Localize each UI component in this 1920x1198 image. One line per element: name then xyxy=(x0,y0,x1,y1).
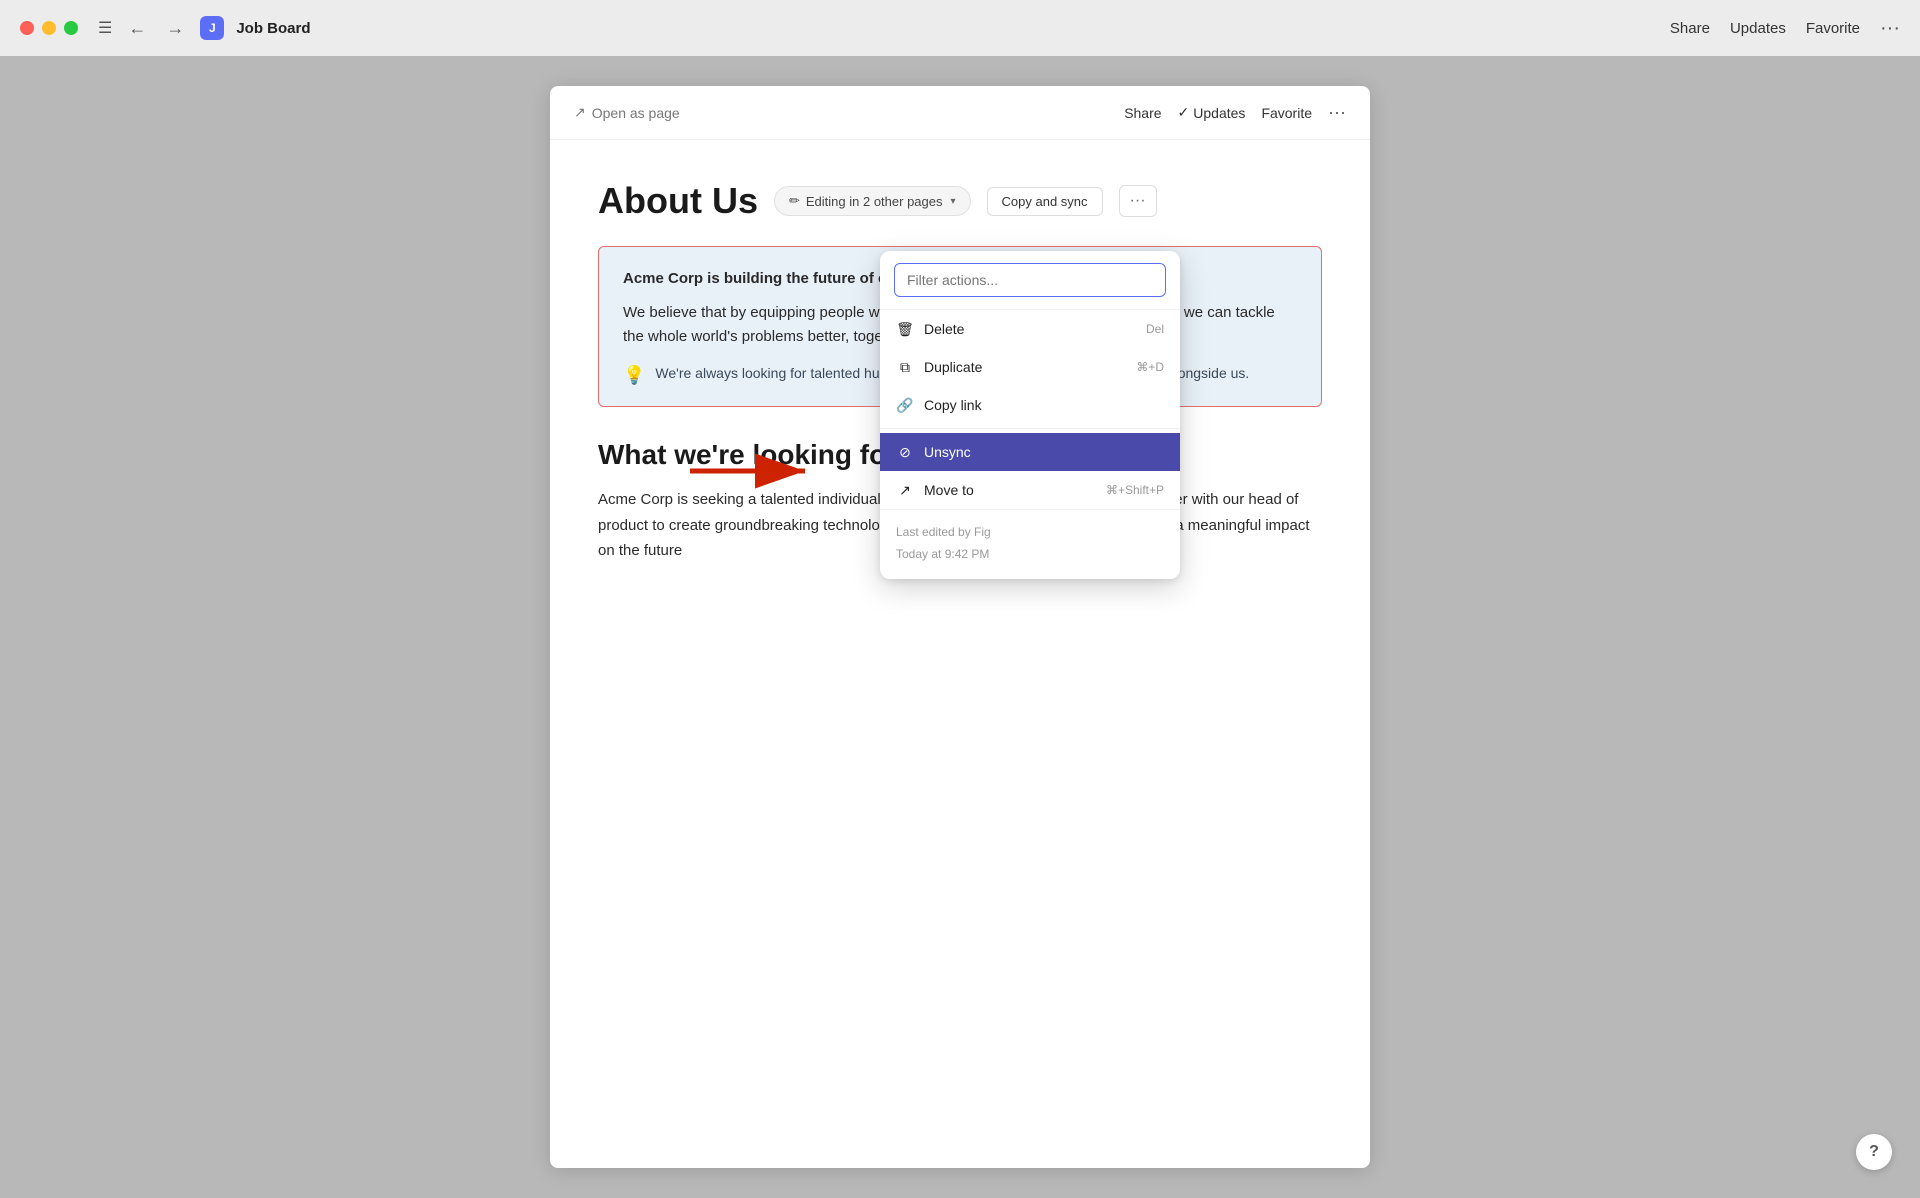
editing-badge-label: Editing in 2 other pages xyxy=(806,194,943,209)
menu-item-copy-link-left: 🔗 Copy link xyxy=(896,396,982,414)
doc-title: About Us xyxy=(598,180,758,222)
back-button[interactable]: ← xyxy=(124,16,150,41)
move-to-label: Move to xyxy=(924,482,974,498)
menu-item-unsync[interactable]: ⊘ Unsync xyxy=(880,433,1180,471)
menu-divider xyxy=(880,428,1180,429)
editing-badge[interactable]: ✏ Editing in 2 other pages ▾ xyxy=(774,186,971,216)
doc-updates-button[interactable]: ✓ Updates xyxy=(1178,104,1246,121)
edited-time-text: Today at 9:42 PM xyxy=(896,544,1164,566)
doc-toolbar-right: Share ✓ Updates Favorite ··· xyxy=(1124,102,1346,123)
delete-shortcut: Del xyxy=(1146,322,1164,336)
doc-share-button[interactable]: Share xyxy=(1124,105,1161,121)
open-as-page-icon: ↗ xyxy=(574,104,586,121)
app-icon: J xyxy=(200,16,224,40)
copy-link-icon: 🔗 xyxy=(896,396,914,414)
close-button[interactable] xyxy=(20,21,34,35)
open-as-page-button[interactable]: ↗ Open as page xyxy=(574,104,680,121)
help-button[interactable]: ? xyxy=(1856,1134,1892,1170)
context-menu-footer: Last edited by Fig Today at 9:42 PM xyxy=(880,509,1180,579)
footer-edited-by: Last edited by Fig Today at 9:42 PM xyxy=(896,522,1164,565)
checkmark-icon: ✓ xyxy=(1178,104,1190,121)
delete-icon: 🗑 xyxy=(896,320,914,338)
traffic-lights xyxy=(20,21,78,35)
favorite-button[interactable]: Favorite xyxy=(1806,20,1860,37)
doc-title-row: About Us ✏ Editing in 2 other pages ▾ Co… xyxy=(598,180,1322,222)
copy-sync-button[interactable]: Copy and sync xyxy=(987,187,1103,216)
doc-updates-label: Updates xyxy=(1193,105,1245,121)
menu-item-unsync-left: ⊘ Unsync xyxy=(896,443,971,461)
updates-button[interactable]: Updates xyxy=(1730,20,1786,37)
app-title: Job Board xyxy=(236,20,1658,37)
menu-item-move-to[interactable]: ↗ Move to ⌘+Shift+P xyxy=(880,471,1180,509)
copy-link-label: Copy link xyxy=(924,397,982,413)
more-small-button[interactable]: ··· xyxy=(1119,185,1157,217)
titlebar-actions: Share Updates Favorite ··· xyxy=(1670,17,1900,40)
edited-by-text: Last edited by Fig xyxy=(896,522,1164,544)
menu-item-duplicate[interactable]: ⧉ Duplicate ⌘+D xyxy=(880,348,1180,386)
menu-item-delete-left: 🗑 Delete xyxy=(896,320,964,338)
doc-favorite-button[interactable]: Favorite xyxy=(1261,105,1312,121)
menu-item-move-to-left: ↗ Move to xyxy=(896,481,974,499)
menu-item-copy-link[interactable]: 🔗 Copy link xyxy=(880,386,1180,424)
delete-label: Delete xyxy=(924,321,964,337)
title-bar: ☰ ← → J Job Board Share Updates Favorite… xyxy=(0,0,1920,56)
minimize-button[interactable] xyxy=(42,21,56,35)
share-button[interactable]: Share xyxy=(1670,20,1710,37)
editing-icon: ✏ xyxy=(789,193,800,209)
more-options-button[interactable]: ··· xyxy=(1880,17,1900,40)
doc-toolbar: ↗ Open as page Share ✓ Updates Favorite … xyxy=(550,86,1370,140)
context-menu-search-area xyxy=(880,251,1180,310)
unsync-label: Unsync xyxy=(924,444,971,460)
duplicate-label: Duplicate xyxy=(924,359,982,375)
filter-actions-input[interactable] xyxy=(894,263,1166,297)
document-panel: ↗ Open as page Share ✓ Updates Favorite … xyxy=(550,86,1370,1168)
duplicate-icon: ⧉ xyxy=(896,358,914,376)
lightbulb-icon: 💡 xyxy=(623,365,645,386)
open-as-page-label: Open as page xyxy=(592,105,680,121)
main-area: ↗ Open as page Share ✓ Updates Favorite … xyxy=(0,56,1920,1198)
arrow-indicator xyxy=(690,446,820,496)
menu-item-duplicate-left: ⧉ Duplicate xyxy=(896,358,982,376)
forward-button[interactable]: → xyxy=(162,16,188,41)
move-to-icon: ↗ xyxy=(896,481,914,499)
hamburger-menu-icon[interactable]: ☰ xyxy=(98,18,112,38)
menu-item-delete[interactable]: 🗑 Delete Del xyxy=(880,310,1180,348)
unsync-icon: ⊘ xyxy=(896,443,914,461)
context-menu: 🗑 Delete Del ⧉ Duplicate ⌘+D 🔗 Copy link… xyxy=(880,251,1180,579)
move-to-shortcut: ⌘+Shift+P xyxy=(1106,483,1164,497)
chevron-down-icon: ▾ xyxy=(951,196,956,207)
duplicate-shortcut: ⌘+D xyxy=(1136,360,1164,374)
maximize-button[interactable] xyxy=(64,21,78,35)
doc-more-button[interactable]: ··· xyxy=(1328,102,1346,123)
